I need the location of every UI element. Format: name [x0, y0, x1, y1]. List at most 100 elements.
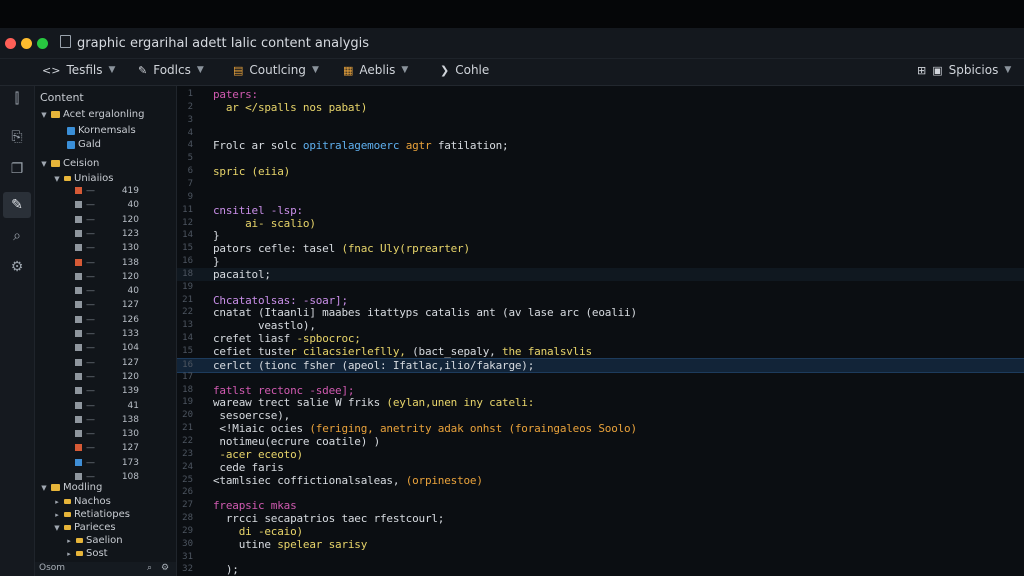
files-icon[interactable]: ⎘	[3, 124, 31, 150]
code-line[interactable]: 15 cefiet tuster cilacsierleflly, (bact_s…	[177, 345, 1024, 358]
tree-file[interactable]: — 130	[75, 429, 139, 439]
tree-file[interactable]: — 40	[75, 200, 139, 210]
toolbar-menu-aeblis[interactable]: ▦ Aeblis ▼	[343, 63, 408, 77]
code-line[interactable]: 24 cede faris	[177, 461, 1024, 474]
code-line[interactable]: 17	[177, 371, 1024, 384]
tree-label: Ceision	[63, 158, 100, 169]
code-text: di -ecaio)	[213, 525, 303, 538]
code-line[interactable]: 22 notimeu(ecrure coatile) )	[177, 435, 1024, 448]
tree-file[interactable]: — 127	[75, 358, 139, 368]
code-token: );	[213, 563, 239, 576]
code-line[interactable]: 20 sesoercse),	[177, 409, 1024, 422]
tree-folder[interactable]: ▸ Sost	[65, 547, 107, 560]
tree-folder[interactable]: ▸ Nachos	[53, 495, 111, 508]
tree-label: Acet ergalonling	[63, 109, 145, 120]
gear-icon[interactable]: ⚙	[161, 563, 169, 573]
code-line[interactable]: 4 Frolc ar solc opitralagemoerc agtr fati…	[177, 139, 1024, 152]
code-line[interactable]: 3	[177, 114, 1024, 127]
tree-file[interactable]: — 127	[75, 300, 139, 310]
minimize-window-button[interactable]	[21, 38, 32, 49]
file-icon	[75, 344, 82, 352]
tree-file[interactable]: — 419	[75, 186, 139, 196]
code-line[interactable]: 1 paters:	[177, 88, 1024, 101]
code-line[interactable]: 18 pacaitol;	[177, 267, 1024, 281]
separator: —	[86, 329, 95, 339]
tree-folder[interactable]: ▼ Acet ergalonling	[40, 108, 144, 121]
code-line[interactable]: 18 fatlst rectonc -sdee];	[177, 384, 1024, 397]
code-line[interactable]: 7	[177, 178, 1024, 191]
tree-file[interactable]: — 120	[75, 215, 139, 225]
code-line[interactable]: 26	[177, 486, 1024, 499]
tree-label: 138	[121, 257, 139, 268]
code-line[interactable]: 21 Chcatatolsas: -soar];	[177, 294, 1024, 307]
toolbar-menu-cohle[interactable]: ❯ Cohle	[440, 63, 489, 77]
tree-folder[interactable]: ▸ Retiatiopes	[53, 508, 130, 521]
tree-file[interactable]: — 139	[75, 386, 139, 396]
bookmark-icon[interactable]: ❐	[3, 156, 31, 182]
tree-folder[interactable]: ▼ Modling	[40, 481, 102, 494]
code-line[interactable]: 2 ar </spalls nos pabat)	[177, 101, 1024, 114]
code-line[interactable]: 11 cnsitiel -lsp:	[177, 204, 1024, 217]
tree-folder[interactable]: ▼ Parieces	[53, 521, 115, 534]
code-line[interactable]: 19	[177, 281, 1024, 294]
code-line[interactable]: 28 rrcci secapatrios taec rfestcourl;	[177, 512, 1024, 525]
tree-file[interactable]: — 123	[75, 229, 139, 239]
file-icon	[75, 315, 82, 323]
code-line[interactable]: 19 wareaw trect salie W friks (eylan,unen…	[177, 396, 1024, 409]
code-text: veastlo),	[213, 319, 316, 332]
tree-file[interactable]: — 130	[75, 243, 139, 253]
toolbar-menu-tesfils[interactable]: <> Tesfils ▼	[42, 63, 115, 77]
toolbar-menu-coutlcing[interactable]: ▤ Coutlcing ▼	[233, 63, 319, 77]
code-line[interactable]: 12 ai- scalio)	[177, 217, 1024, 230]
code-line[interactable]: 30 utine spelear sarisy	[177, 538, 1024, 551]
code-line[interactable]: 21 <!Miaic ocies (feriging, anetrity ada…	[177, 422, 1024, 435]
code-line[interactable]: 32 );	[177, 563, 1024, 576]
code-editor[interactable]: 1 paters: 2 ar </spalls nos pabat) 3 4 4 Frolc…	[177, 86, 1024, 576]
tree-file[interactable]: — 104	[75, 343, 139, 353]
tree-file[interactable]: — 133	[75, 329, 139, 339]
source-icon[interactable]	[3, 92, 31, 118]
activity-bar: ⫿ ⎘ ❐ ⛁ ✎ ⌕ ⚙	[0, 86, 35, 576]
tree-file[interactable]: — 120	[75, 372, 139, 382]
tree-file[interactable]: — 127	[75, 443, 139, 453]
code-line[interactable]: 5	[177, 152, 1024, 165]
tree-folder[interactable]: ▼ Ceision	[40, 157, 99, 170]
tree-file[interactable]: — 138	[75, 258, 139, 268]
code-line[interactable]: 9	[177, 191, 1024, 204]
zoom-window-button[interactable]	[37, 38, 48, 49]
code-line[interactable]: 14 crefet liasf -spbocroc;	[177, 332, 1024, 345]
code-line[interactable]: 29 di -ecaio)	[177, 525, 1024, 538]
tree-folder[interactable]: ▸ Saelion	[65, 534, 122, 547]
tree-file[interactable]: — 40	[75, 286, 139, 296]
code-line[interactable]: 15 pators cefle: tasel (fnac Uly(rprearte…	[177, 242, 1024, 255]
code-line[interactable]: 27 freapsic mkas	[177, 499, 1024, 512]
folder-icon	[64, 176, 71, 181]
toolbar-menu-spbicios[interactable]: ⊞ ▣ Spbicios ▼	[917, 63, 1011, 77]
code-line[interactable]: 4	[177, 127, 1024, 140]
code-line[interactable]: 31	[177, 551, 1024, 564]
toolbar-menu-fodlcs[interactable]: ✎ Fodlcs ▼	[138, 63, 204, 77]
tree-folder[interactable]: ▼ Uniaiios	[53, 172, 113, 185]
code-line[interactable]: 13 veastlo),	[177, 319, 1024, 332]
search-icon[interactable]: ⌕	[3, 223, 31, 249]
settings-icon[interactable]: ⚙	[3, 254, 31, 280]
tree-file[interactable]: Gald	[67, 138, 101, 151]
tree-file[interactable]: Kornemsals	[67, 124, 136, 137]
file-icon	[67, 140, 75, 149]
tree-file[interactable]: — 120	[75, 272, 139, 282]
code-line[interactable]: 16}	[177, 255, 1024, 268]
tree-file[interactable]: — 173	[75, 458, 139, 468]
code-line[interactable]: 23 -acer eceoto)	[177, 448, 1024, 461]
code-token: (eylan,unen iny cateli:	[386, 396, 535, 410]
tree-file[interactable]: — 138	[75, 415, 139, 425]
tree-file[interactable]: — 126	[75, 315, 139, 325]
code-line[interactable]: 14}	[177, 229, 1024, 242]
close-window-button[interactable]	[5, 38, 16, 49]
search-icon[interactable]: ⌕	[147, 563, 152, 573]
code-line[interactable]: 22 cnatat (Itaanli] maabes itattyps catal…	[177, 306, 1024, 319]
edit-icon[interactable]: ✎	[3, 192, 31, 218]
tree-file[interactable]: — 41	[75, 401, 139, 411]
code-line[interactable]: 25 <tamlsiec coffictionalsaleas, (orpines…	[177, 474, 1024, 487]
code-line[interactable]: 6 spric (eiia)	[177, 165, 1024, 178]
line-number: 16	[182, 359, 193, 370]
